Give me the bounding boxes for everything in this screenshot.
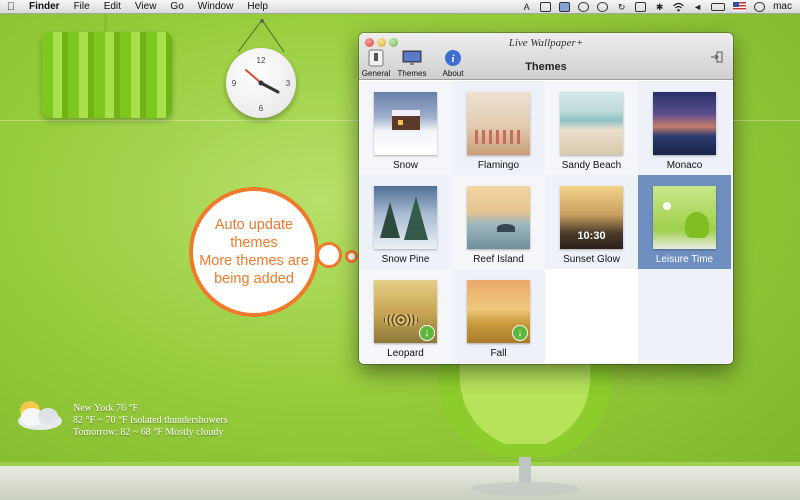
clock-face: 12 3 6 9 — [226, 48, 296, 118]
menu-help[interactable]: Help — [240, 0, 275, 14]
theme-tile-snow[interactable]: Snow — [359, 81, 452, 175]
theme-thumbnail: 10:30 — [560, 186, 623, 249]
adobe-icon[interactable]: A — [521, 2, 532, 12]
document-icon[interactable] — [540, 1, 552, 12]
clock-number-9: 9 — [232, 79, 237, 88]
theme-label: Sunset Glow — [563, 254, 620, 265]
theme-thumbnail — [374, 92, 437, 155]
section-title: Themes — [525, 61, 567, 73]
callout-line-4: being added — [214, 271, 294, 287]
apple-menu-icon[interactable]:  — [0, 0, 22, 14]
toolbar-themes-button[interactable]: Themes — [395, 49, 429, 78]
accessibility-icon[interactable] — [597, 1, 609, 12]
theme-thumbnail — [653, 92, 716, 155]
toolbar-general-label: General — [361, 69, 391, 78]
clock-menu-icon[interactable] — [754, 1, 766, 12]
weather-widget: New York 76 °F 82 °F ~ 70 °F Isolated th… — [10, 398, 250, 444]
download-badge-icon[interactable]: ↓ — [419, 325, 435, 341]
display-icon — [402, 50, 422, 65]
theme-label: Leopard — [387, 348, 424, 359]
theme-label: Snow — [392, 160, 418, 171]
menu-bar:  Finder File Edit View Go Window Help A… — [0, 0, 800, 14]
theme-label: Flamingo — [477, 160, 520, 171]
menu-file[interactable]: File — [67, 0, 97, 14]
switch-icon — [368, 49, 384, 67]
theme-label: Snow Pine — [381, 254, 430, 265]
lamp-shade — [42, 32, 172, 118]
window-toolbar: Live Wallpaper+ General Themes i About T… — [359, 33, 733, 80]
app-window: Live Wallpaper+ General Themes i About T… — [359, 33, 733, 364]
clock-hour-hand — [259, 81, 280, 94]
theme-thumbnail: ↓ — [467, 280, 530, 343]
themes-grid: Snow Flamingo Sandy Beach Monaco Snow Pi… — [359, 81, 733, 364]
callout-tail-small — [345, 250, 358, 263]
airplay-icon[interactable] — [635, 1, 647, 12]
theme-tile-leisure-time[interactable]: Leisure Time — [638, 175, 731, 269]
theme-thumbnail — [467, 92, 530, 155]
display-icon[interactable] — [559, 1, 571, 12]
menu-go[interactable]: Go — [163, 0, 190, 14]
toolbar-general-button[interactable]: General — [359, 49, 393, 78]
status-tray: A ↻ ✱ ◄ mac — [521, 0, 800, 14]
input-source-flag-icon[interactable] — [733, 2, 747, 11]
menu-window[interactable]: Window — [191, 0, 241, 14]
thumbnail-clock-text: 10:30 — [577, 230, 606, 242]
wall-clock-decoration: 12 3 6 9 — [222, 18, 302, 118]
callout-line-2: themes — [230, 235, 278, 251]
weather-current: New York 76 °F — [73, 403, 139, 414]
battery-icon[interactable] — [711, 2, 726, 11]
weather-tomorrow-forecast: Tomorrow: 82 ~ 68 °F Mostly cloudy — [73, 427, 224, 438]
theme-label: Sandy Beach — [561, 160, 622, 171]
sync-icon[interactable] — [578, 1, 590, 12]
theme-thumbnail — [653, 186, 716, 249]
toolbar-about-button[interactable]: i About — [436, 49, 470, 78]
theme-tile-reef-island[interactable]: Reef Island — [452, 175, 545, 269]
clock-minute-hand — [245, 69, 262, 84]
theme-thumbnail: ↓ — [374, 280, 437, 343]
theme-tile-leopard[interactable]: ↓ Leopard — [359, 269, 452, 363]
theme-tile-snow-pine[interactable]: Snow Pine — [359, 175, 452, 269]
theme-thumbnail — [467, 186, 530, 249]
theme-tile-sunset-glow[interactable]: 10:30 Sunset Glow — [545, 175, 638, 269]
theme-label: Fall — [490, 348, 507, 359]
promo-callout: Auto update themes More themes are being… — [189, 187, 319, 317]
volume-icon[interactable]: ◄ — [692, 2, 703, 12]
theme-thumbnail — [560, 92, 623, 155]
theme-label: Reef Island — [473, 254, 524, 265]
theme-thumbnail — [374, 186, 437, 249]
empty-tile — [638, 269, 731, 363]
menu-app-name[interactable]: Finder — [22, 0, 67, 14]
theme-label: Leisure Time — [655, 254, 714, 265]
callout-line-1: Auto update — [214, 217, 294, 233]
lamp-cord — [104, 14, 107, 34]
weather-today-forecast: 82 °F ~ 70 °F Isolated thundershowers — [73, 415, 228, 426]
toolbar-themes-label: Themes — [397, 69, 427, 78]
toolbar-about-label: About — [442, 69, 464, 78]
callout-tail-large — [316, 242, 342, 268]
clock-number-3: 3 — [286, 79, 291, 88]
export-icon[interactable] — [711, 51, 723, 63]
download-badge-icon[interactable]: ↓ — [512, 325, 528, 341]
info-icon: i — [445, 50, 461, 66]
menu-edit[interactable]: Edit — [97, 0, 128, 14]
green-chair-decoration — [438, 362, 612, 496]
partly-cloudy-icon — [18, 401, 62, 430]
empty-tile — [545, 269, 638, 363]
clock-number-6: 6 — [259, 104, 264, 113]
theme-label: Monaco — [666, 160, 703, 171]
menu-view[interactable]: View — [128, 0, 164, 14]
user-name[interactable]: mac — [773, 0, 792, 14]
theme-tile-sandy-beach[interactable]: Sandy Beach — [545, 81, 638, 175]
wifi-icon[interactable] — [673, 2, 685, 12]
pendant-lamp-decoration — [42, 14, 172, 118]
theme-tile-flamingo[interactable]: Flamingo — [452, 81, 545, 175]
callout-line-3: More themes are — [199, 253, 309, 269]
time-machine-icon[interactable]: ↻ — [616, 2, 627, 12]
theme-tile-monaco[interactable]: Monaco — [638, 81, 731, 175]
bluetooth-icon[interactable]: ✱ — [654, 2, 665, 12]
window-title: Live Wallpaper+ — [508, 37, 584, 49]
clock-number-12: 12 — [257, 56, 266, 65]
theme-tile-fall[interactable]: ↓ Fall — [452, 269, 545, 363]
